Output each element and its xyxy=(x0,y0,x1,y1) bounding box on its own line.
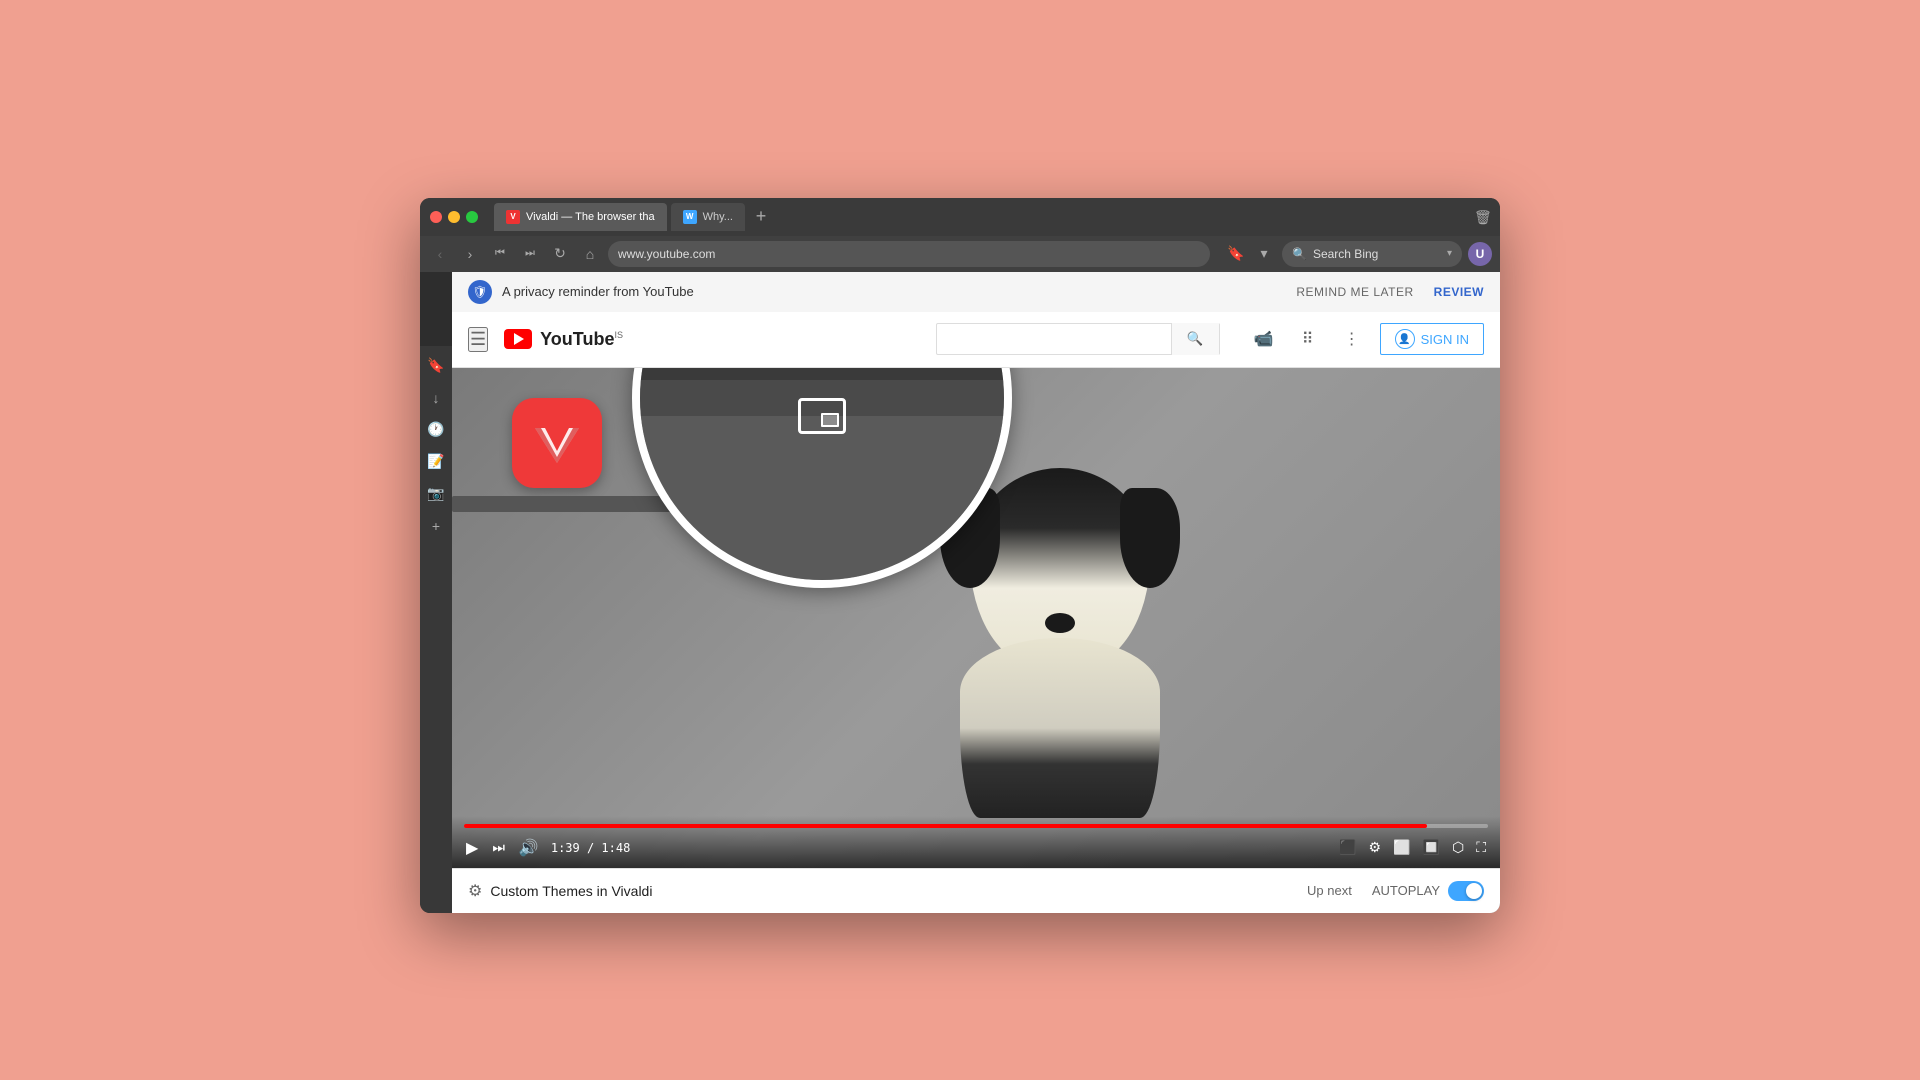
progress-bar[interactable] xyxy=(464,824,1488,828)
window-controls xyxy=(430,211,478,223)
youtube-logo-icon xyxy=(504,329,532,349)
sidebar-notes-icon[interactable]: 📝 xyxy=(424,450,448,474)
youtube-header: ☰ YouTubeIS 🔍 📹 ⠿ ⋮ 👤 xyxy=(452,312,1500,368)
bookmark-dropdown[interactable]: ▾ xyxy=(1252,242,1276,266)
review-button[interactable]: REVIEW xyxy=(1434,285,1484,299)
up-next-text: Up next xyxy=(1307,883,1352,898)
sidebar-bookmark-icon[interactable]: 🔖 xyxy=(424,354,448,378)
privacy-actions: REMIND ME LATER REVIEW xyxy=(1296,285,1484,299)
yt-sign-in-button[interactable]: 👤 SIGN IN xyxy=(1380,323,1484,355)
video-player[interactable]: ▶ ⏭ 🔊 1:39 / 1:48 ⬛ ⚙ ⬜ 🔲 ⬡ ⛶ xyxy=(452,368,1500,868)
nav-bar: ‹ › ⏮ ⏭ ↻ ⌂ www.youtube.com 🔖 ▾ 🔍 Search… xyxy=(420,236,1500,272)
left-sidebar: 🔖 ↓ 🕐 📝 📷 + xyxy=(420,346,452,913)
youtube-header-right: 📹 ⠿ ⋮ 👤 SIGN IN xyxy=(1248,323,1484,355)
autoplay-label: AUTOPLAY xyxy=(1372,883,1440,898)
pip-inner-box xyxy=(821,413,839,427)
autoplay-toggle[interactable] xyxy=(1448,881,1484,901)
sidebar-snapshot-icon[interactable]: 📷 xyxy=(424,482,448,506)
progress-fill xyxy=(464,824,1427,828)
subtitles-button[interactable]: ⬛ xyxy=(1337,837,1358,858)
content-wrapper: 🔖 ↓ 🕐 📝 📷 + 🛡 A privacy reminder from Yo… xyxy=(420,272,1500,913)
youtube-play-triangle xyxy=(514,333,524,345)
close-button[interactable] xyxy=(430,211,442,223)
volume-button[interactable]: 🔊 xyxy=(517,836,541,860)
video-controls: ▶ ⏭ 🔊 1:39 / 1:48 ⬛ ⚙ ⬜ 🔲 ⬡ ⛶ xyxy=(452,816,1500,868)
pip-icon xyxy=(798,398,846,434)
youtube-logo-text: YouTubeIS xyxy=(540,329,623,350)
tab-title-why: Why... xyxy=(703,211,733,223)
fullscreen-button[interactable]: ⛶ xyxy=(1474,837,1488,858)
controls-row: ▶ ⏭ 🔊 1:39 / 1:48 ⬛ ⚙ ⬜ 🔲 ⬡ ⛶ xyxy=(464,836,1488,860)
yt-menu-button[interactable]: ☰ xyxy=(468,327,488,352)
address-bar-right: 🔖 ▾ xyxy=(1224,242,1276,266)
video-title-area: ⚙ Custom Themes in Vivaldi xyxy=(468,881,652,901)
title-bar-right: 🗑 xyxy=(1474,209,1490,225)
sidebar-history-icon[interactable]: 🕐 xyxy=(424,418,448,442)
vivaldi-icon xyxy=(512,398,602,488)
settings-button[interactable]: ⚙ xyxy=(1367,837,1384,858)
maximize-button[interactable] xyxy=(466,211,478,223)
yt-create-button[interactable]: 📹 xyxy=(1248,323,1280,355)
youtube-logo[interactable]: YouTubeIS xyxy=(504,329,623,350)
privacy-shield-icon: 🛡 xyxy=(468,280,492,304)
theatre-button[interactable]: ⬡ xyxy=(1450,837,1466,858)
toggle-knob xyxy=(1466,883,1482,899)
miniplayer-button[interactable]: 🔲 xyxy=(1421,837,1442,858)
tab-title-vivaldi: Vivaldi — The browser tha xyxy=(526,211,655,223)
back-button[interactable]: ‹ xyxy=(428,242,452,266)
trash-icon[interactable]: 🗑 xyxy=(1474,209,1490,225)
home-button[interactable]: ⌂ xyxy=(578,242,602,266)
user-avatar[interactable]: U xyxy=(1468,242,1492,266)
address-bar[interactable]: www.youtube.com xyxy=(608,241,1210,267)
video-settings-gear-icon[interactable]: ⚙ xyxy=(468,881,482,901)
tab-favicon-vivaldi: V xyxy=(506,210,520,224)
yt-sign-in-text: SIGN IN xyxy=(1421,332,1469,347)
video-right: Up next AUTOPLAY xyxy=(1307,881,1484,901)
next-button[interactable]: ⏭ xyxy=(490,837,507,858)
youtube-search-button[interactable]: 🔍 xyxy=(1171,323,1219,355)
yt-apps-button[interactable]: ⠿ xyxy=(1292,323,1324,355)
yt-sign-in-icon: 👤 xyxy=(1395,329,1415,349)
tab-bar: V Vivaldi — The browser tha W Why... + xyxy=(494,203,1466,231)
bookmark-btn[interactable]: 🔖 xyxy=(1224,242,1248,266)
reload-button[interactable]: ↻ xyxy=(548,242,572,266)
controls-right: ⬛ ⚙ ⬜ 🔲 ⬡ ⛶ xyxy=(1337,837,1488,858)
new-tab-button[interactable]: + xyxy=(749,205,773,229)
remind-later-button[interactable]: REMIND ME LATER xyxy=(1296,285,1413,299)
search-icon: 🔍 xyxy=(1292,247,1307,261)
youtube-search-input[interactable] xyxy=(937,324,1170,354)
pip-button[interactable]: ⬜ xyxy=(1391,837,1412,858)
tab-why[interactable]: W Why... xyxy=(671,203,745,231)
play-button[interactable]: ▶ xyxy=(464,836,480,860)
youtube-search-bar[interactable]: 🔍 xyxy=(936,323,1219,355)
privacy-banner: 🛡 A privacy reminder from YouTube REMIND… xyxy=(452,272,1500,312)
tab-favicon-why: W xyxy=(683,210,697,224)
yt-more-button[interactable]: ⋮ xyxy=(1336,323,1368,355)
sidebar-download-icon[interactable]: ↓ xyxy=(424,386,448,410)
forward-button[interactable]: › xyxy=(458,242,482,266)
skip-forward-button[interactable]: ⏭ xyxy=(518,242,542,266)
time-display: 1:39 / 1:48 xyxy=(551,841,630,855)
video-info-bar: ⚙ Custom Themes in Vivaldi Up next AUTOP… xyxy=(452,868,1500,913)
sidebar-add-icon[interactable]: + xyxy=(424,514,448,538)
search-text: Search Bing xyxy=(1313,247,1441,261)
search-dropdown-icon[interactable]: ▾ xyxy=(1447,248,1452,259)
minimize-button[interactable] xyxy=(448,211,460,223)
search-bar[interactable]: 🔍 Search Bing ▾ xyxy=(1282,241,1462,267)
autoplay-section: AUTOPLAY xyxy=(1372,881,1484,901)
skip-back-button[interactable]: ⏮ xyxy=(488,242,512,266)
title-bar: V Vivaldi — The browser tha W Why... + 🗑 xyxy=(420,198,1500,236)
privacy-text: A privacy reminder from YouTube xyxy=(502,284,1286,299)
shelf xyxy=(452,496,672,512)
video-title: Custom Themes in Vivaldi xyxy=(490,883,652,899)
address-text: www.youtube.com xyxy=(618,247,1200,261)
pip-icon-container xyxy=(798,398,846,434)
browser-window: V Vivaldi — The browser tha W Why... + 🗑… xyxy=(420,198,1500,913)
tab-vivaldi[interactable]: V Vivaldi — The browser tha xyxy=(494,203,667,231)
